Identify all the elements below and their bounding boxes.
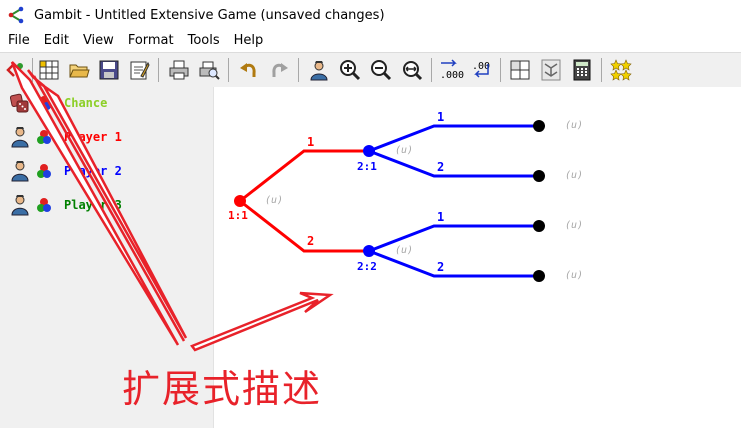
player-name-2: Player 2	[64, 164, 122, 178]
player-button[interactable]	[306, 57, 332, 83]
annotation-text: 扩展式描述	[122, 367, 323, 411]
decimal-format-icon: .000	[440, 59, 464, 81]
fraction-format-icon: .00	[472, 61, 490, 78]
equilibrium-button[interactable]	[608, 57, 634, 83]
open-folder-icon	[69, 64, 90, 78]
decimal-format-button[interactable]: .000	[438, 57, 464, 83]
zoom-fit-icon	[403, 61, 423, 81]
tree-layout-button[interactable]	[538, 57, 564, 83]
edit-properties-button[interactable]	[126, 57, 152, 83]
redo-icon	[272, 63, 288, 77]
player-row-1[interactable]: Player 1	[10, 125, 122, 149]
color-palette-icon[interactable]	[36, 197, 52, 213]
redo-button[interactable]	[266, 57, 292, 83]
title-bar: Gambit - Untitled Extensive Game (unsave…	[0, 0, 741, 30]
player-icon	[310, 61, 328, 81]
menu-edit[interactable]: Edit	[37, 33, 76, 48]
print-button[interactable]	[166, 57, 192, 83]
zoom-out-icon	[371, 60, 392, 81]
player-row-3[interactable]: Player 3	[10, 193, 122, 217]
save-icon	[99, 60, 119, 80]
color-palette-icon[interactable]	[36, 129, 52, 145]
zoom-out-button[interactable]	[368, 57, 394, 83]
zoom-in-button[interactable]	[337, 57, 363, 83]
new-table-button[interactable]	[36, 57, 62, 83]
toolbar: .000 .00	[0, 52, 741, 88]
player-icon	[11, 161, 29, 182]
gambit-tree-icon	[8, 6, 24, 24]
menu-format[interactable]: Format	[121, 33, 181, 48]
undo-icon	[240, 63, 256, 77]
calculator-icon	[573, 59, 591, 81]
player-icon	[11, 127, 29, 148]
equilibrium-icon	[610, 59, 632, 81]
menu-bar: File Edit View Format Tools Help	[0, 30, 741, 51]
new-table-icon	[39, 60, 59, 80]
player-name-3: Player 3	[64, 198, 122, 212]
edit-properties-icon	[130, 61, 150, 80]
strategic-view-icon	[510, 60, 530, 80]
window-title: Gambit - Untitled Extensive Game (unsave…	[34, 7, 385, 23]
svg-text:.000: .000	[440, 70, 464, 81]
add-player-button[interactable]	[3, 57, 29, 83]
color-palette-icon[interactable]	[36, 163, 52, 179]
player-row-2[interactable]: Player 2	[10, 159, 122, 183]
print-icon	[169, 60, 189, 80]
add-player-icon	[6, 63, 23, 77]
player-row-chance[interactable]: Chance	[10, 91, 107, 115]
menu-help[interactable]: Help	[227, 33, 271, 48]
print-preview-icon	[199, 61, 220, 80]
save-button[interactable]	[96, 57, 122, 83]
zoom-in-icon	[340, 60, 361, 81]
print-preview-button[interactable]	[196, 57, 222, 83]
player-icon	[11, 195, 29, 216]
calculator-button[interactable]	[569, 57, 595, 83]
menu-view[interactable]: View	[76, 33, 121, 48]
strategic-view-button[interactable]	[507, 57, 533, 83]
menu-file[interactable]: File	[0, 33, 37, 48]
color-palette-icon[interactable]	[36, 95, 52, 111]
zoom-fit-button[interactable]	[399, 57, 425, 83]
dice-icon	[10, 93, 29, 113]
open-button[interactable]	[66, 57, 92, 83]
player-name-chance: Chance	[64, 96, 108, 110]
player-name-1: Player 1	[64, 130, 122, 144]
fraction-format-button[interactable]: .00	[468, 57, 494, 83]
menu-tools[interactable]: Tools	[181, 33, 227, 48]
tree-layout-icon	[541, 59, 561, 81]
undo-button[interactable]	[236, 57, 262, 83]
